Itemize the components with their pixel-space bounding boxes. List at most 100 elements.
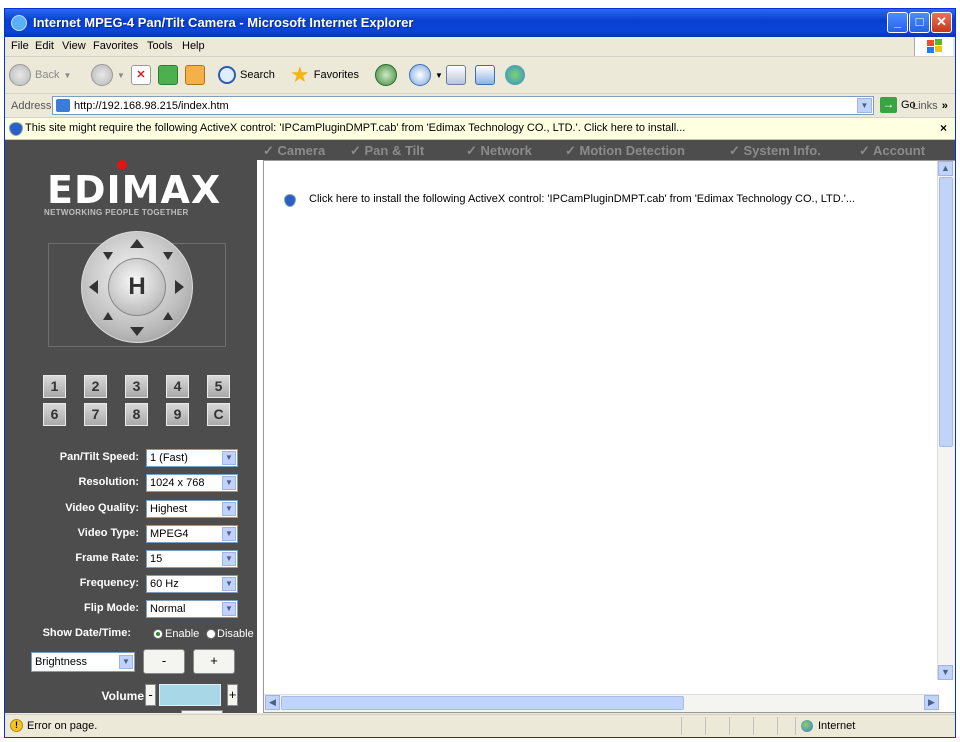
scroll-down-icon[interactable]: ▼ (938, 665, 953, 680)
page-content: EDIMAX NETWORKING PEOPLE TOGETHER H 1 2 … (5, 140, 955, 713)
preset-clear-button[interactable]: C (207, 403, 230, 426)
scroll-left-icon[interactable]: ◀ (265, 695, 280, 710)
adjust-decrease-button[interactable]: - (143, 649, 185, 674)
nav-account[interactable]: ✓ Account (859, 143, 925, 159)
forward-button[interactable]: ▼ (91, 63, 125, 87)
home-button[interactable] (185, 63, 205, 87)
status-text[interactable]: Error on page. (27, 720, 97, 732)
pan-up-right-arrow-icon[interactable] (163, 252, 173, 260)
tilt-down-arrow-icon[interactable] (130, 327, 144, 336)
preset-9-button[interactable]: 9 (166, 403, 189, 426)
video-quality-select[interactable]: Highest ▼ (146, 500, 238, 518)
information-bar[interactable]: This site might require the following Ac… (5, 118, 955, 140)
mail-icon (409, 64, 431, 86)
menu-favorites[interactable]: Favorites (93, 40, 138, 52)
messenger-button[interactable] (505, 63, 525, 87)
go-button[interactable]: → Go (880, 97, 916, 113)
title-bar[interactable]: Internet MPEG-4 Pan/Tilt Camera - Micros… (5, 9, 955, 37)
resolution-label: Resolution: (78, 476, 140, 488)
search-button[interactable]: Search (218, 63, 275, 87)
chevron-down-icon[interactable]: ▼ (857, 98, 872, 113)
refresh-button[interactable] (158, 63, 178, 87)
shield-icon (9, 122, 23, 136)
address-input[interactable]: http://192.168.98.215/index.htm ▼ (52, 96, 874, 115)
show-date-time-label: Show Date/Time: (42, 627, 131, 639)
preset-7-button[interactable]: 7 (84, 403, 107, 426)
links-button[interactable]: Links» (912, 100, 948, 112)
favorites-button[interactable]: ★ Favorites (290, 63, 359, 87)
adjust-increase-button[interactable]: + (193, 649, 235, 674)
menu-view[interactable]: View (62, 40, 86, 52)
back-button[interactable]: Back ▼ (9, 63, 71, 87)
nav-pan-tilt[interactable]: ✓ Pan & Tilt (350, 143, 424, 159)
home-icon (185, 65, 205, 85)
scroll-right-icon[interactable]: ▶ (924, 695, 939, 710)
volume-down-button[interactable]: - (145, 684, 156, 706)
mail-button[interactable]: ▼ (409, 63, 443, 87)
preset-1-button[interactable]: 1 (43, 375, 66, 398)
video-type-select[interactable]: MPEG4 ▼ (146, 525, 238, 543)
horizontal-scroll-thumb[interactable] (281, 696, 684, 710)
edit-button[interactable] (475, 63, 495, 87)
maximize-button[interactable]: □ (909, 12, 930, 33)
preset-6-button[interactable]: 6 (43, 403, 66, 426)
edimax-logo: EDIMAX (47, 168, 222, 212)
frame-rate-select[interactable]: 15 ▼ (146, 550, 238, 568)
pan-down-right-arrow-icon[interactable] (163, 312, 173, 320)
volume-level-bar[interactable] (159, 684, 221, 706)
menu-file[interactable]: File (11, 40, 29, 52)
menu-tools[interactable]: Tools (147, 40, 173, 52)
preset-5-button[interactable]: 5 (207, 375, 230, 398)
frequency-select[interactable]: 60 Hz ▼ (146, 575, 238, 593)
resolution-select[interactable]: 1024 x 768 ▼ (146, 474, 238, 492)
nav-motion-detection[interactable]: ✓ Motion Detection (565, 143, 685, 159)
pan-tilt-speed-value: 1 (Fast) (150, 452, 188, 464)
scroll-up-icon[interactable]: ▲ (938, 161, 953, 176)
nav-network[interactable]: ✓ Network (466, 143, 532, 159)
menu-edit[interactable]: Edit (35, 40, 54, 52)
back-arrow-icon (9, 64, 31, 86)
flip-mode-label: Flip Mode: (84, 602, 139, 614)
video-type-label: Video Type: (77, 527, 139, 539)
vertical-scroll-thumb[interactable] (939, 177, 953, 447)
flip-mode-select[interactable]: Normal ▼ (146, 600, 238, 618)
date-time-enable-radio[interactable] (153, 629, 163, 639)
pan-left-arrow-icon[interactable] (89, 280, 98, 294)
close-icon[interactable]: × (940, 121, 947, 135)
preset-3-button[interactable]: 3 (125, 375, 148, 398)
menu-help[interactable]: Help (182, 40, 205, 52)
chevron-down-icon: ▼ (117, 70, 125, 80)
flip-mode-value: Normal (150, 603, 186, 615)
close-button[interactable]: ✕ (931, 12, 952, 33)
image-adjust-select[interactable]: Brightness ▼ (31, 652, 135, 672)
status-divider (681, 717, 682, 735)
nav-camera[interactable]: ✓ Camera (263, 143, 325, 159)
shield-icon (284, 194, 296, 207)
volume-up-button[interactable]: + (227, 684, 238, 706)
warning-icon[interactable]: ! (10, 719, 23, 732)
horizontal-scrollbar[interactable]: ◀ ▶ (264, 694, 939, 712)
stop-button[interactable]: ✕ (131, 63, 151, 87)
infobar-message[interactable]: This site might require the following Ac… (25, 122, 685, 134)
chevron-right-icon: » (941, 100, 948, 112)
home-position-button[interactable]: H (108, 258, 166, 316)
pan-tilt-speed-select[interactable]: 1 (Fast) ▼ (146, 449, 238, 467)
history-button[interactable] (375, 63, 397, 87)
pan-down-left-arrow-icon[interactable] (103, 312, 113, 320)
camera-control-panel: EDIMAX NETWORKING PEOPLE TOGETHER H 1 2 … (5, 140, 257, 713)
preset-2-button[interactable]: 2 (84, 375, 107, 398)
date-time-disable-radio[interactable] (206, 629, 216, 639)
print-button[interactable] (446, 63, 466, 87)
minimize-button[interactable]: _ (887, 12, 908, 33)
tilt-up-arrow-icon[interactable] (130, 239, 144, 248)
partially-hidden-button[interactable] (181, 710, 223, 713)
pan-up-left-arrow-icon[interactable] (103, 252, 113, 260)
preset-8-button[interactable]: 8 (125, 403, 148, 426)
nav-system-info[interactable]: ✓ System Info. (729, 143, 821, 159)
page-icon (56, 99, 70, 112)
activex-install-link[interactable]: Click here to install the following Acti… (309, 193, 855, 205)
pan-right-arrow-icon[interactable] (175, 280, 184, 294)
video-quality-label: Video Quality: (65, 502, 139, 514)
preset-4-button[interactable]: 4 (166, 375, 189, 398)
vertical-scrollbar[interactable]: ▲ ▼ (937, 161, 955, 680)
